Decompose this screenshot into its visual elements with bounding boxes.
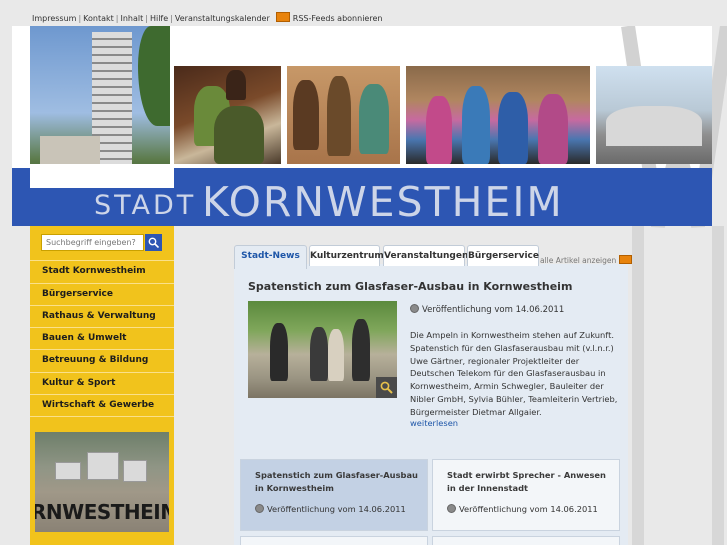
all-articles-label[interactable]: alle Artikel anzeigen xyxy=(540,256,616,265)
sidebar-item-wirtschaft-gewerbe[interactable]: Wirtschaft & Gewerbe xyxy=(30,394,174,416)
article-image[interactable] xyxy=(248,301,397,398)
zoom-button[interactable] xyxy=(376,377,397,398)
rss-suffix: abonnieren xyxy=(337,14,383,23)
veranstaltungskalender-link[interactable]: Veranstaltungskalender xyxy=(175,14,270,23)
top-links: Impressum | Kontakt | Inhalt | Hilfe | Veranstal… xyxy=(32,12,382,23)
header-stadt: STADT xyxy=(94,190,197,221)
separator: | xyxy=(78,14,82,23)
sidebar-item-betreuung-bildung[interactable]: Betreuung & Bildung xyxy=(30,349,174,371)
sidebar-item-buergerservice[interactable]: Bürgerservice xyxy=(30,283,174,305)
artwork-photo xyxy=(287,66,400,164)
rss-icon[interactable] xyxy=(619,255,633,264)
puppet-theater-photo xyxy=(174,66,281,164)
station-photo xyxy=(596,66,712,164)
header-frame xyxy=(30,164,174,188)
header-city-name[interactable]: KORNWESTHEIM xyxy=(202,178,564,226)
article-title[interactable]: Spatenstich zum Glasfaser-Ausbau in Korn… xyxy=(248,280,572,293)
article-date-text: Veröffentlichung vom 14.06.2011 xyxy=(422,305,565,315)
clock-icon xyxy=(255,504,264,513)
news-card-date-text: Veröffentlichung vom 14.06.2011 xyxy=(459,504,598,514)
sidebar: Suchbegriff eingeben? Stadt Kornwestheim… xyxy=(30,226,174,545)
rss-feeds-link[interactable]: RSS-Feeds xyxy=(293,14,335,23)
separator: | xyxy=(145,14,148,23)
article-date: Veröffentlichung vom 14.06.2011 xyxy=(410,304,564,315)
tab-veranstaltungen[interactable]: Veranstaltungen xyxy=(383,245,468,266)
sidebar-item-bauen-umwelt[interactable]: Bauen & Umwelt xyxy=(30,327,174,349)
kontakt-link[interactable]: Kontakt xyxy=(83,14,114,23)
search-input[interactable]: Suchbegriff eingeben? xyxy=(41,234,144,251)
clock-icon xyxy=(410,304,419,313)
separator: | xyxy=(115,14,119,23)
promo-text: RNWESTHEIM xyxy=(35,500,169,524)
children-library-photo xyxy=(406,66,590,164)
sidebar-divider xyxy=(30,416,174,432)
rss-icon[interactable] xyxy=(275,12,290,22)
news-card[interactable] xyxy=(432,536,620,545)
article-read-more-link[interactable]: weiterlesen xyxy=(410,418,458,428)
tower-photo xyxy=(30,26,170,184)
tab-buergerservice[interactable]: Bürgerservice xyxy=(467,245,539,266)
sidebar-item-rathaus-verwaltung[interactable]: Rathaus & Verwaltung xyxy=(30,305,174,327)
news-card[interactable]: Stadt erwirbt Sprecher - Anwesen in der … xyxy=(432,459,620,531)
sidebar-item-stadt-kornwestheim[interactable]: Stadt Kornwestheim xyxy=(30,260,174,282)
search-button[interactable] xyxy=(145,234,162,251)
zoom-icon xyxy=(380,381,393,394)
news-card-title[interactable]: Spatenstich zum Glasfaser-Ausbau in Korn… xyxy=(255,469,423,494)
impressum-link[interactable]: Impressum xyxy=(32,14,76,23)
tab-stadt-news[interactable]: Stadt-News xyxy=(234,245,307,269)
tree xyxy=(138,26,170,126)
promo-aerial-image[interactable]: RNWESTHEIM xyxy=(35,432,169,532)
sidebar-item-kultur-sport[interactable]: Kultur & Sport xyxy=(30,372,174,394)
separator: | xyxy=(170,14,173,23)
clock-icon xyxy=(447,504,456,513)
all-articles-link[interactable]: alle Artikel anzeigen xyxy=(540,255,633,265)
tab-kulturzentrum[interactable]: Kulturzentrum xyxy=(309,245,384,266)
article-body: Die Ampeln in Kornwestheim stehen auf Zu… xyxy=(410,330,618,417)
news-card[interactable]: Spatenstich zum Glasfaser-Ausbau in Korn… xyxy=(240,459,428,531)
news-card-date: Veröffentlichung vom 14.06.2011 xyxy=(447,504,598,514)
inhalt-link[interactable]: Inhalt xyxy=(121,14,144,23)
news-card-date-text: Veröffentlichung vom 14.06.2011 xyxy=(267,504,406,514)
news-card-date: Veröffentlichung vom 14.06.2011 xyxy=(255,504,406,514)
news-card-title[interactable]: Stadt erwirbt Sprecher - Anwesen in der … xyxy=(447,469,615,494)
news-card[interactable] xyxy=(240,536,428,545)
search-icon xyxy=(148,237,159,248)
hilfe-link[interactable]: Hilfe xyxy=(150,14,168,23)
